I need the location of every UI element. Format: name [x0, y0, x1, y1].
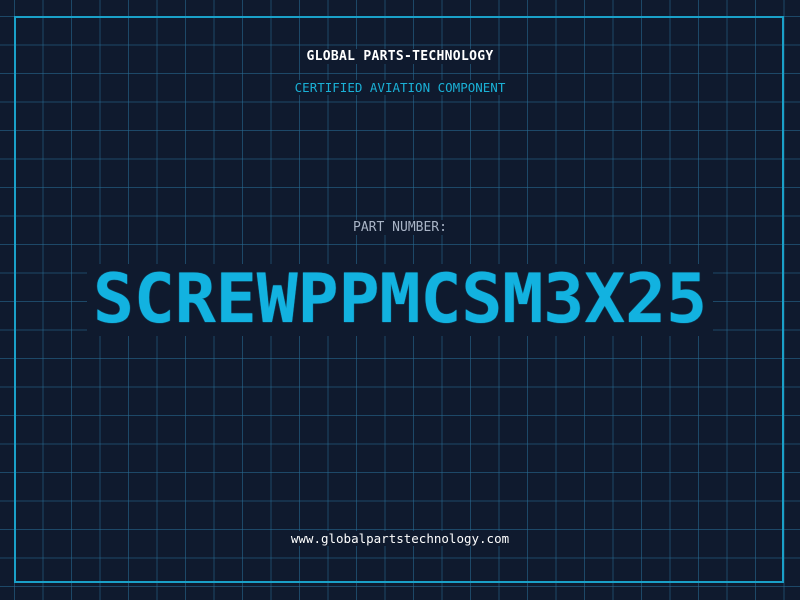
- website-link: www.globalpartstechnology.com: [0, 531, 800, 546]
- website-text: www.globalpartstechnology.com: [288, 531, 512, 546]
- part-number: SCREWPPMCSM3X25: [0, 264, 800, 353]
- tagline-text: CERTIFIED AVIATION COMPONENT: [292, 80, 508, 95]
- company-name: GLOBAL PARTS-TECHNOLOGY: [0, 49, 800, 64]
- part-number-value: SCREWPPMCSM3X25: [86, 264, 714, 336]
- part-number-label: PART NUMBER:: [0, 220, 800, 235]
- tagline: CERTIFIED AVIATION COMPONENT: [0, 80, 800, 95]
- part-number-label-text: PART NUMBER:: [351, 220, 449, 235]
- company-name-text: GLOBAL PARTS-TECHNOLOGY: [304, 49, 496, 64]
